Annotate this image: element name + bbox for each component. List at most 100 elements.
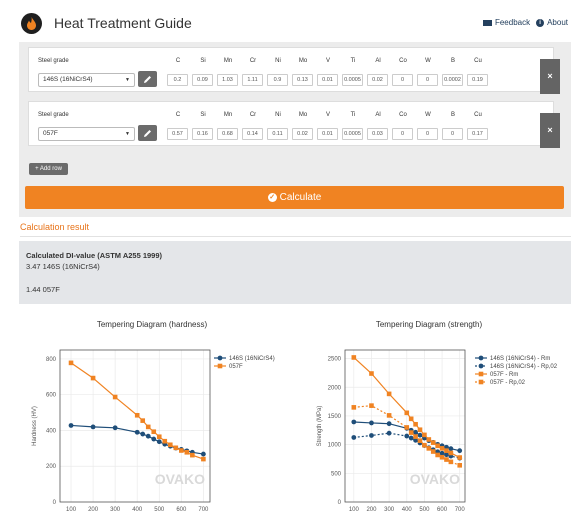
- flame-logo-icon: [21, 13, 42, 34]
- data-point: [422, 442, 427, 448]
- element-header-ti: Ti: [350, 112, 356, 118]
- data-point: [430, 440, 436, 445]
- feedback-label: Feedback: [494, 18, 531, 27]
- data-point: [426, 446, 432, 451]
- element-input-v[interactable]: 0.01: [317, 74, 338, 86]
- data-point: [457, 455, 463, 460]
- x-tick-label: 300: [110, 507, 121, 513]
- element-header-al: Al: [375, 112, 381, 118]
- data-point: [156, 439, 162, 445]
- steel-grade-select[interactable]: 057F ▼: [38, 127, 135, 141]
- caret-down-icon: ▼: [125, 77, 130, 83]
- about-label: About: [547, 18, 568, 27]
- element-header-b: B: [450, 112, 455, 118]
- data-point: [457, 448, 463, 454]
- data-point: [151, 429, 157, 435]
- element-header-si: Si: [200, 112, 206, 118]
- data-point: [68, 360, 74, 366]
- data-point: [145, 433, 151, 439]
- data-point: [417, 432, 423, 438]
- element-input-ti[interactable]: 0.0005: [342, 74, 363, 86]
- x-tick-label: 700: [455, 507, 466, 513]
- element-input-b[interactable]: 0.0002: [442, 74, 463, 86]
- data-point: [145, 424, 151, 430]
- hardness-chart-title: Tempering Diagram (hardness): [96, 320, 208, 329]
- edit-grade-button[interactable]: [138, 125, 157, 141]
- y-tick-label: 200: [46, 464, 57, 470]
- element-header-mn: Mn: [223, 58, 233, 64]
- steel-grade-select[interactable]: 146S (16NiCrS4) ▼: [38, 73, 135, 87]
- element-input-b[interactable]: 0: [442, 128, 463, 140]
- element-input-al[interactable]: 0.02: [367, 74, 388, 86]
- data-point: [184, 449, 190, 455]
- element-header-mo: Mo: [298, 58, 308, 64]
- x-tick-label: 200: [88, 507, 99, 513]
- y-tick-label: 600: [46, 393, 57, 399]
- steel-row: Steel grade 146S (16NiCrS4) ▼ C 0.2 Si 0.09 Mn 1…: [28, 47, 554, 92]
- element-input-c[interactable]: 0.2: [167, 74, 188, 86]
- data-point: [179, 448, 184, 453]
- data-point: [408, 435, 414, 441]
- element-input-v[interactable]: 0.01: [317, 128, 338, 140]
- legend-label: 057F: [229, 364, 243, 370]
- data-point: [68, 423, 74, 428]
- about-link[interactable]: i About: [536, 18, 568, 27]
- data-point: [351, 405, 357, 410]
- element-input-si[interactable]: 0.16: [192, 128, 213, 140]
- delete-row-button[interactable]: ×: [540, 113, 560, 148]
- element-input-co[interactable]: 0: [392, 74, 413, 86]
- data-point: [444, 452, 449, 458]
- element-header-ni: Ni: [275, 58, 281, 64]
- app-header: Heat Treatment Guide Feedback i About: [0, 0, 574, 44]
- element-input-cu[interactable]: 0.17: [467, 128, 488, 140]
- y-axis-label: Strength (MPa): [317, 406, 323, 447]
- steel-grade-value: 146S (16NiCrS4): [43, 76, 93, 83]
- element-input-c[interactable]: 0.57: [167, 128, 188, 140]
- calculate-label: Calculate: [279, 192, 322, 203]
- feedback-link[interactable]: Feedback: [482, 18, 531, 27]
- element-input-si[interactable]: 0.09: [192, 74, 213, 86]
- strength-chart: OVAKO 0 500 1000 1500 2000 2500 100 200 300 400 500…: [317, 349, 558, 513]
- element-input-mo[interactable]: 0.02: [292, 128, 313, 140]
- element-input-ni[interactable]: 0.9: [267, 74, 288, 86]
- element-input-cu[interactable]: 0.19: [467, 74, 488, 86]
- edit-grade-button[interactable]: [138, 71, 157, 87]
- data-point: [173, 445, 179, 451]
- element-input-ti[interactable]: 0.0005: [342, 128, 363, 140]
- hardness-chart: OVAKO0200400600800100200300400500600700T…: [32, 349, 275, 513]
- y-tick-label: 2500: [328, 357, 342, 363]
- element-input-al[interactable]: 0.03: [367, 128, 388, 140]
- legend-marker: [217, 363, 223, 369]
- calculate-button[interactable]: ✓ Calculate: [25, 186, 564, 209]
- element-input-mn[interactable]: 1.03: [217, 74, 238, 86]
- element-input-ni[interactable]: 0.11: [267, 128, 288, 140]
- legend-label: 146S (16NiCrS4): [229, 356, 275, 362]
- data-point: [417, 438, 423, 443]
- element-header-cu: Cu: [474, 112, 482, 118]
- element-input-w[interactable]: 0: [417, 74, 438, 86]
- legend-marker: [217, 355, 223, 361]
- element-input-co[interactable]: 0: [392, 128, 413, 140]
- element-header-c: C: [175, 58, 181, 64]
- steel-row: Steel grade 057F ▼ C 0.57 Si 0.16 Mn 0.68 Cr 0.14 N…: [28, 101, 554, 146]
- data-point: [408, 430, 414, 435]
- element-input-mo[interactable]: 0.13: [292, 74, 313, 86]
- di-value-2: 1.44 057F: [26, 285, 60, 294]
- x-tick-label: 400: [402, 507, 413, 513]
- element-input-w[interactable]: 0: [417, 128, 438, 140]
- top-nav: Feedback i About: [482, 18, 568, 27]
- y-tick-label: 800: [46, 357, 57, 363]
- legend-marker: [478, 371, 484, 377]
- element-input-mn[interactable]: 0.68: [217, 128, 238, 140]
- element-input-cr[interactable]: 1.11: [242, 74, 263, 86]
- element-input-cr[interactable]: 0.14: [242, 128, 263, 140]
- element-header-v: V: [325, 112, 330, 118]
- add-row-button[interactable]: + Add row: [29, 163, 68, 175]
- x-tick-label: 300: [384, 507, 395, 513]
- x-tick-label: 200: [366, 507, 377, 513]
- caret-down-icon: ▼: [125, 131, 130, 137]
- steel-grade-label: Steel grade: [38, 112, 69, 118]
- data-point: [404, 433, 410, 439]
- delete-row-button[interactable]: ×: [540, 59, 560, 94]
- legend-marker: [478, 363, 484, 369]
